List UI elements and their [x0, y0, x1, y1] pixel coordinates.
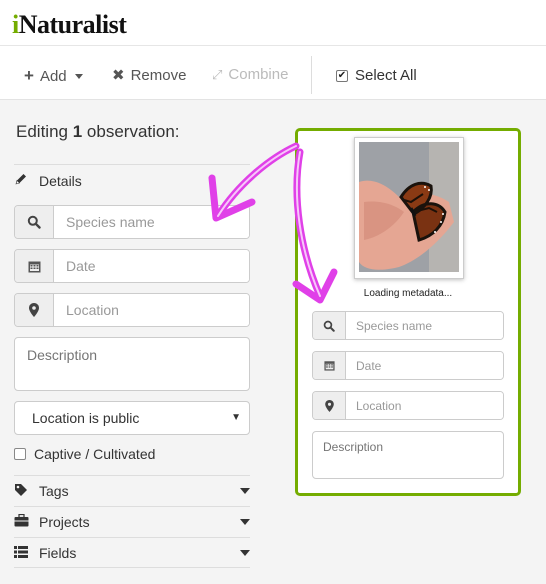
details-section-header[interactable]: Details: [14, 164, 250, 196]
briefcase-icon: [14, 513, 36, 530]
description-textarea[interactable]: [14, 337, 250, 391]
toolbar-divider: [311, 56, 312, 94]
combine-icon: ⤢: [212, 66, 223, 82]
list-icon: [14, 545, 36, 561]
geoprivacy-select[interactable]: Location is public ▼: [14, 401, 250, 435]
observation-photo-thumbnail[interactable]: [354, 137, 464, 279]
select-arrow-icon: ▼: [231, 412, 241, 423]
butterfly-photo: [359, 142, 459, 272]
map-marker-icon: [313, 392, 346, 419]
card-description-textarea[interactable]: [312, 431, 504, 479]
caret-down-icon: [240, 549, 250, 556]
checkbox-icon: ✔: [336, 69, 348, 82]
location-field: [14, 293, 250, 327]
app-header: iNaturalist: [0, 0, 546, 46]
card-species-name-input[interactable]: [346, 312, 503, 339]
card-location-input[interactable]: [346, 392, 503, 419]
tags-section-header[interactable]: Tags: [14, 475, 250, 506]
captive-checkbox[interactable]: Captive / Cultivated: [14, 446, 155, 462]
search-icon: [313, 312, 346, 339]
card-species-field: [312, 311, 504, 340]
caret-down-icon: [240, 488, 250, 494]
pencil-icon: [14, 172, 36, 189]
remove-button[interactable]: ✖ Remove: [112, 66, 186, 85]
editing-title: Editing 1 observation:: [16, 122, 180, 141]
projects-section-header[interactable]: Projects: [14, 506, 250, 537]
caret-down-icon: [74, 73, 83, 79]
card-date-field: [312, 351, 504, 380]
fields-section-header[interactable]: Fields: [14, 537, 250, 568]
caret-down-icon: [240, 519, 250, 525]
species-name-input[interactable]: [54, 206, 249, 238]
x-icon: ✖: [112, 67, 125, 84]
date-input[interactable]: [54, 250, 249, 282]
map-marker-icon: [15, 294, 54, 326]
search-icon: [15, 206, 54, 238]
combine-button[interactable]: ⤢ Combine: [212, 66, 288, 83]
loading-metadata-status: Loading metadata...: [363, 288, 453, 299]
species-field: [14, 205, 250, 239]
card-date-input[interactable]: [346, 352, 503, 379]
plus-icon: +: [24, 66, 34, 85]
uploader-toolbar: + Add ✖ Remove ⤢ Combine ✔ Select All: [0, 47, 546, 100]
location-input[interactable]: [54, 294, 249, 326]
add-button[interactable]: + Add: [24, 66, 83, 86]
checkbox-icon: [14, 448, 26, 460]
card-location-field: [312, 391, 504, 420]
select-all-checkbox[interactable]: ✔ Select All: [336, 67, 417, 84]
calendar-icon: [15, 250, 54, 282]
tag-icon: [14, 483, 36, 500]
inaturalist-logo[interactable]: iNaturalist: [12, 10, 127, 40]
calendar-icon: [313, 352, 346, 379]
date-field: [14, 249, 250, 283]
